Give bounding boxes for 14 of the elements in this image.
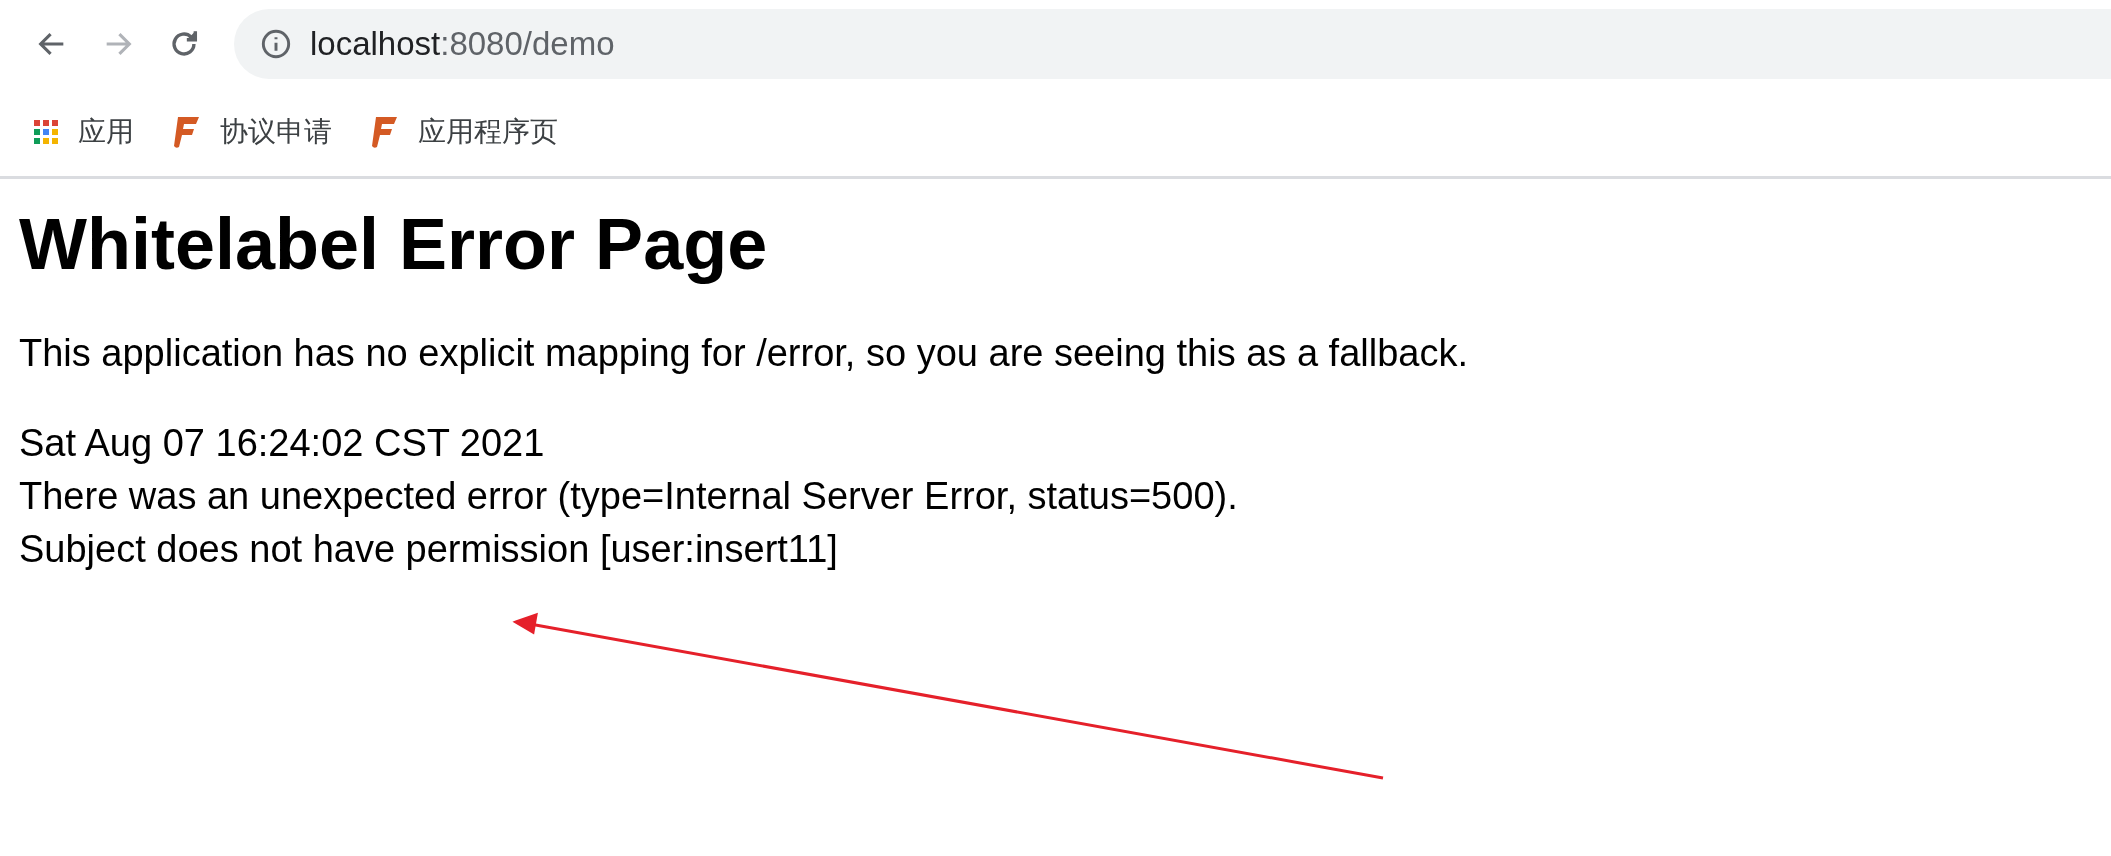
address-bar[interactable]: localhost:8080/demo <box>234 9 2111 79</box>
error-detail-line: There was an unexpected error (type=Internal Server Error, status=500). <box>19 474 1238 519</box>
intro-paragraph: This application has no explicit mapping for /error, so you are seeing this as a fallback. <box>19 331 1469 376</box>
letter-f-logo-icon <box>172 115 200 149</box>
error-detail-line: Subject does not have permission [user:insert11] <box>19 527 838 572</box>
letter-f-logo-icon <box>370 115 398 149</box>
bookmark-item[interactable]: 协议申请 <box>172 104 332 160</box>
info-icon <box>260 28 292 60</box>
bookmark-item[interactable]: 应用程序页 <box>370 104 558 160</box>
error-detail-line: Sat Aug 07 16:24:02 CST 2021 <box>19 421 545 466</box>
bookmark-item[interactable]: 应用 <box>34 104 134 160</box>
url-text: localhost:8080/demo <box>310 24 615 65</box>
page-heading: Whitelabel Error Page <box>19 203 769 286</box>
apps-grid-icon <box>34 120 58 144</box>
